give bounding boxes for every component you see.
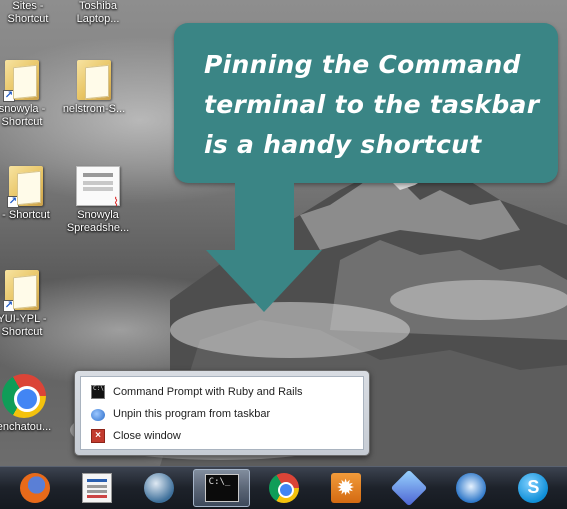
folder-icon: ↗: [7, 166, 43, 208]
folder-icon: [77, 60, 111, 100]
taskbar-button-settings-app[interactable]: [318, 469, 375, 507]
command-prompt-icon: [91, 385, 105, 399]
desktop-icon-label: nelstrom-S...: [62, 103, 126, 115]
globe-icon: [144, 473, 175, 503]
callout-arrow-icon: [206, 250, 322, 312]
desktop-icon-label: Snowyla: [77, 209, 119, 221]
jumplist-item-unpin[interactable]: Unpin this program from taskbar: [81, 403, 363, 425]
shortcut-arrow-icon: ↗: [3, 90, 15, 102]
desktop-icon-shortcut[interactable]: ↗ - Shortcut: [0, 166, 62, 222]
desktop-icon-label: Shortcut: [7, 13, 49, 25]
desktop-icon-label: Laptop...: [76, 13, 120, 25]
taskbar-jumplist: Command Prompt with Ruby and Rails Unpin…: [74, 370, 370, 456]
desktop-icon-label: Sites -: [12, 0, 44, 12]
bird-icon: [455, 473, 486, 503]
close-window-icon: ×: [91, 429, 105, 443]
taskbar-button-skype[interactable]: [505, 469, 562, 507]
desktop-icon-label: Shortcut: [1, 116, 43, 128]
taskbar-button-firefox[interactable]: [6, 469, 63, 507]
desktop-icon-label: snowyla -: [0, 103, 46, 115]
desktop-icon-label: Toshiba: [79, 0, 117, 12]
callout-arrow-shaft: [235, 183, 294, 251]
taskbar-button-share-app[interactable]: [380, 469, 437, 507]
callout-box: Pinning the Command terminal to the task…: [174, 23, 558, 183]
desktop-icon-label: YUI-YPL -: [0, 313, 47, 325]
unpin-icon: [91, 408, 105, 421]
taskbar-button-command-prompt[interactable]: [192, 469, 251, 507]
command-prompt-icon: [204, 474, 239, 502]
desktop-icon-snowyla-spreadsheet[interactable]: ⌇ Snowyla Spreadshe...: [62, 166, 134, 235]
chrome-icon: [2, 374, 46, 418]
pdf-badge-icon: ⌇: [113, 195, 119, 209]
taskbar-button-chrome[interactable]: [255, 469, 312, 507]
shortcut-arrow-icon: ↗: [7, 196, 19, 208]
firefox-icon: [19, 473, 50, 503]
jumplist-menu: Command Prompt with Ruby and Rails Unpin…: [80, 376, 364, 450]
desktop-icon-sites-shortcut[interactable]: Sites - Shortcut: [0, 0, 64, 26]
taskbar-button-bird-app[interactable]: [442, 469, 499, 507]
jumplist-item-label: Command Prompt with Ruby and Rails: [113, 386, 303, 398]
folder-icon: ↗: [3, 60, 39, 102]
desktop-icon-label: enchatou...: [0, 421, 52, 433]
desktop-icon-chrome-shortcut[interactable]: enchatou...: [0, 374, 60, 434]
jumplist-item-label: Unpin this program from taskbar: [113, 408, 271, 420]
folder-icon: ↗: [3, 270, 39, 312]
jumplist-item-close-window[interactable]: × Close window: [81, 425, 363, 447]
share-icon: [390, 469, 428, 507]
callout-text: Pinning the Command terminal to the task…: [204, 50, 540, 159]
desktop-icon-toshiba-laptop[interactable]: Toshiba Laptop...: [62, 0, 134, 26]
shortcut-arrow-icon: ↗: [3, 300, 15, 312]
desktop-icon-nelstrom[interactable]: nelstrom-S...: [58, 60, 130, 116]
desktop-icon-yui-ypl-shortcut[interactable]: ↗ YUI-YPL - Shortcut: [0, 270, 58, 339]
desktop-icon-snowyla-shortcut[interactable]: ↗ snowyla - Shortcut: [0, 60, 58, 129]
desktop-icon-label: Spreadshe...: [66, 222, 130, 234]
pdf-document-icon: ⌇: [76, 166, 120, 209]
taskbar-button-globe-app[interactable]: [131, 469, 188, 507]
web-page-icon: [81, 473, 112, 503]
gear-icon: [331, 473, 362, 503]
jumplist-item-label: Close window: [113, 430, 181, 442]
taskbar: [0, 466, 567, 509]
desktop-icon-label: Shortcut: [1, 326, 43, 338]
desktop-icon-label: - Shortcut: [2, 209, 50, 221]
jumplist-item-command-prompt[interactable]: Command Prompt with Ruby and Rails: [81, 381, 363, 403]
skype-icon: [518, 473, 549, 503]
chrome-icon: [269, 473, 299, 503]
taskbar-button-web-page[interactable]: [68, 469, 125, 507]
